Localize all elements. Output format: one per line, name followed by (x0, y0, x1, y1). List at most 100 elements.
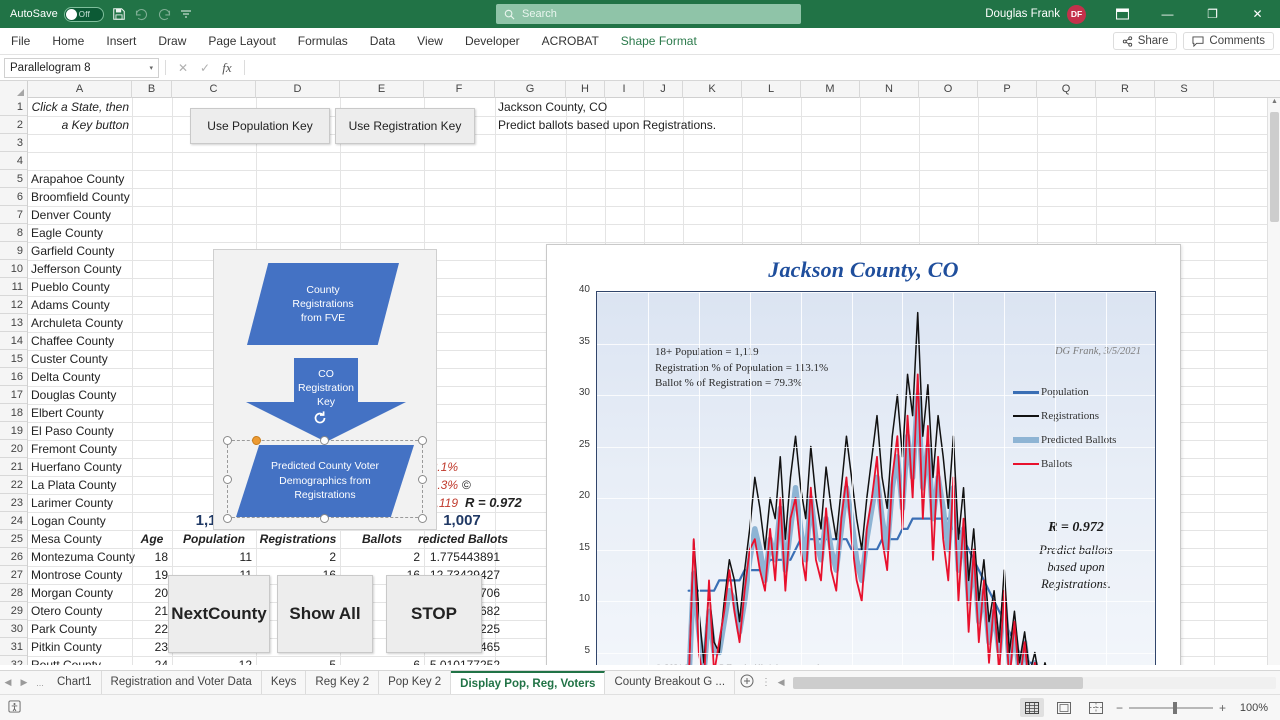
hscroll-left-icon[interactable]: ◀ (773, 677, 789, 688)
row-header-9[interactable]: 9 (0, 242, 27, 260)
sheet-tab-county-breakout[interactable]: County Breakout G ... (605, 671, 736, 694)
tab-file[interactable]: File (0, 28, 41, 55)
sheet-tab-chart1[interactable]: Chart1 (48, 671, 102, 694)
formula-input[interactable] (251, 57, 1276, 78)
search-input[interactable]: Search (496, 4, 801, 24)
zoom-out-button[interactable]: − (1116, 701, 1123, 715)
page-layout-icon[interactable] (1052, 698, 1076, 717)
sheet-more-button[interactable]: ⋮ (759, 677, 773, 688)
row-header-4[interactable]: 4 (0, 152, 27, 170)
column-header-q[interactable]: Q (1037, 81, 1096, 98)
row-header-23[interactable]: 23 (0, 494, 27, 512)
column-header-j[interactable]: J (644, 81, 683, 98)
row-header-5[interactable]: 5 (0, 170, 27, 188)
row-header-8[interactable]: 8 (0, 224, 27, 242)
customize-quick-access-icon[interactable] (180, 8, 192, 20)
tab-view[interactable]: View (406, 28, 454, 55)
column-header-k[interactable]: K (683, 81, 742, 98)
use-population-key-button[interactable]: Use Population Key (190, 108, 330, 144)
next-county-button[interactable]: Next County (168, 575, 270, 653)
autosave-toggle[interactable]: AutoSave Off (10, 6, 104, 22)
tab-draw[interactable]: Draw (147, 28, 197, 55)
sheet-tab-display-pop-reg-voters[interactable]: Display Pop, Reg, Voters (451, 670, 606, 695)
row-header-1[interactable]: 1 (0, 98, 27, 116)
redo-icon[interactable] (157, 8, 172, 21)
select-all-corner[interactable] (0, 81, 28, 98)
sheet-tab-keys[interactable]: Keys (262, 671, 307, 694)
insert-function-icon[interactable]: fx (216, 60, 238, 76)
column-header-a[interactable]: A (28, 81, 132, 98)
vertical-scrollbar[interactable]: ▲ (1267, 98, 1280, 665)
show-all-button[interactable]: Show All (277, 575, 373, 653)
resize-handle-bl[interactable] (223, 514, 232, 523)
adjust-handle[interactable] (252, 436, 261, 445)
row-header-12[interactable]: 12 (0, 296, 27, 314)
save-icon[interactable] (112, 7, 126, 21)
share-button[interactable]: Share (1112, 32, 1178, 50)
comments-button[interactable]: Comments (1183, 32, 1274, 50)
column-header-e[interactable]: E (340, 81, 424, 98)
row-header-7[interactable]: 7 (0, 206, 27, 224)
resize-handle-bc[interactable] (320, 514, 329, 523)
row-header-16[interactable]: 16 (0, 368, 27, 386)
resize-handle-tr[interactable] (418, 436, 427, 445)
normal-view-icon[interactable] (1019, 698, 1044, 717)
row-header-24[interactable]: 24 (0, 512, 27, 530)
restore-button[interactable]: ❐ (1190, 0, 1235, 28)
flowchart-node-predicted[interactable]: Predicted County Voter Demographics from… (236, 445, 414, 517)
tab-home[interactable]: Home (41, 28, 95, 55)
sheet-tab-registration-and-voter-data[interactable]: Registration and Voter Data (102, 671, 262, 694)
ribbon-display-options-icon[interactable] (1100, 0, 1145, 28)
row-header-28[interactable]: 28 (0, 584, 27, 602)
row-header-21[interactable]: 21 (0, 458, 27, 476)
resize-handle-tl[interactable] (223, 436, 232, 445)
row-header-27[interactable]: 27 (0, 566, 27, 584)
column-header-g[interactable]: G (495, 81, 566, 98)
horizontal-scrollbar[interactable] (793, 676, 1276, 689)
row-header-30[interactable]: 30 (0, 620, 27, 638)
row-header-18[interactable]: 18 (0, 404, 27, 422)
horizontal-scroll-thumb[interactable] (793, 676, 1084, 689)
row-header-25[interactable]: 25 (0, 530, 27, 548)
column-header-b[interactable]: B (132, 81, 172, 98)
sheet-nav-prev-icon[interactable]: ◀ (0, 677, 16, 688)
account-button[interactable]: Douglas Frank DF (985, 4, 1100, 24)
rotate-handle-icon[interactable] (312, 410, 328, 426)
row-header-13[interactable]: 13 (0, 314, 27, 332)
row-header-22[interactable]: 22 (0, 476, 27, 494)
sheet-nav-next-icon[interactable]: ▶ (16, 677, 32, 688)
row-header-2[interactable]: 2 (0, 116, 27, 134)
resize-handle-mr[interactable] (418, 475, 427, 484)
minimize-button[interactable]: — (1145, 0, 1190, 28)
name-box-caret-icon[interactable]: ▾ (149, 64, 153, 72)
sheet-nav-ellipsis[interactable]: ... (32, 678, 48, 688)
column-header-o[interactable]: O (919, 81, 978, 98)
stop-button[interactable]: STOP (386, 575, 482, 653)
cancel-x-icon[interactable]: ✕ (172, 61, 194, 75)
use-registration-key-button[interactable]: Use Registration Key (335, 108, 475, 144)
tab-acrobat[interactable]: ACROBAT (531, 28, 610, 55)
row-header-29[interactable]: 29 (0, 602, 27, 620)
zoom-track[interactable] (1128, 701, 1213, 714)
chart-object[interactable]: Jackson County, CO 18+ Population = 1,11… (546, 244, 1181, 665)
tab-data[interactable]: Data (359, 28, 406, 55)
undo-icon[interactable] (134, 8, 149, 21)
row-header-31[interactable]: 31 (0, 638, 27, 656)
row-header-20[interactable]: 20 (0, 440, 27, 458)
column-header-d[interactable]: D (256, 81, 340, 98)
tab-formulas[interactable]: Formulas (287, 28, 359, 55)
add-sheet-button[interactable] (735, 674, 759, 691)
tab-developer[interactable]: Developer (454, 28, 531, 55)
tab-page-layout[interactable]: Page Layout (197, 28, 286, 55)
zoom-level[interactable]: 100% (1234, 702, 1268, 714)
tab-insert[interactable]: Insert (95, 28, 147, 55)
check-icon[interactable]: ✓ (194, 61, 216, 75)
column-header-l[interactable]: L (742, 81, 801, 98)
sheet-tab-reg-key-2[interactable]: Reg Key 2 (306, 671, 380, 694)
page-break-icon[interactable] (1084, 698, 1108, 717)
row-header-15[interactable]: 15 (0, 350, 27, 368)
column-header-s[interactable]: S (1155, 81, 1214, 98)
resize-handle-tc[interactable] (320, 436, 329, 445)
accessibility-icon[interactable] (8, 699, 21, 716)
row-header-32[interactable]: 32 (0, 656, 27, 665)
